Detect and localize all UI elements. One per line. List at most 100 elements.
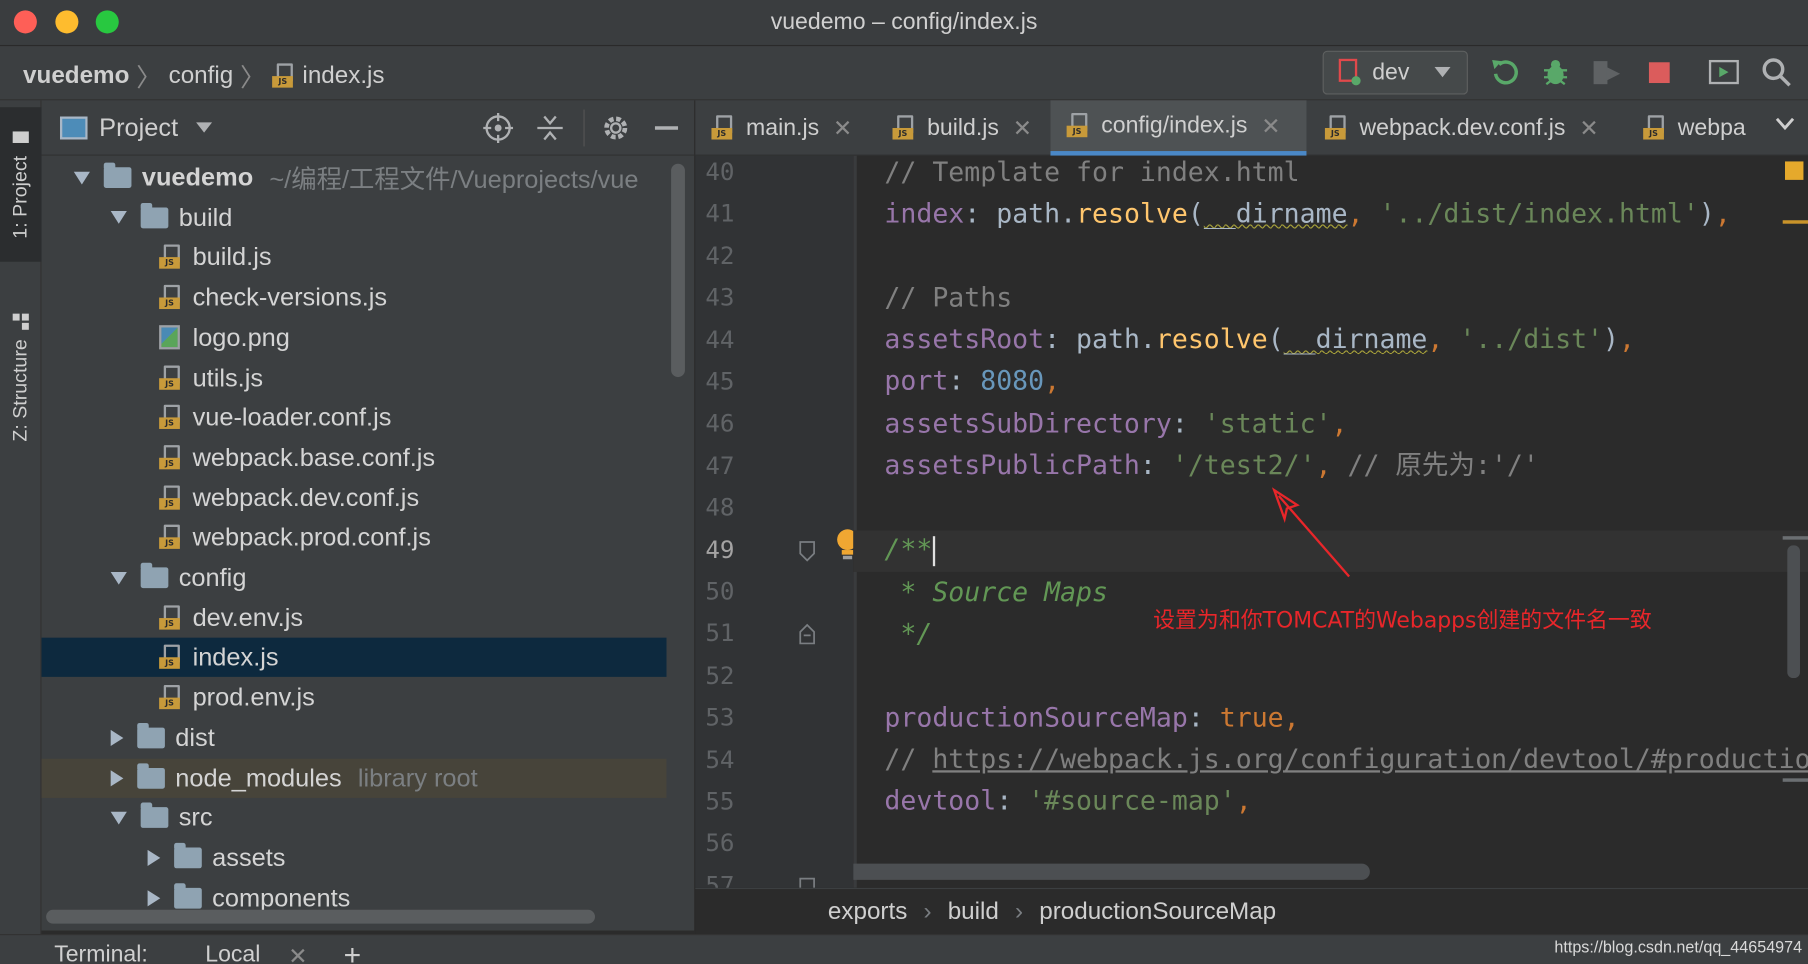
run-configuration-select[interactable]: dev: [1322, 50, 1468, 95]
tab-project[interactable]: 1: Project: [0, 107, 42, 262]
js-file-icon: JS: [892, 115, 915, 140]
tree-item-note: ~/编程/工程文件/Vueprojects/vue: [269, 164, 639, 194]
tree-file-dev-env-js[interactable]: JS dev.env.js: [42, 598, 667, 637]
chevron-down-icon[interactable]: [196, 121, 213, 134]
chevron-down-icon[interactable]: [110, 571, 127, 585]
tree-folder-build[interactable]: build: [42, 198, 667, 237]
rerun-icon[interactable]: [1487, 55, 1522, 90]
debug-icon[interactable]: [1538, 55, 1573, 90]
close-icon[interactable]: ✕: [1579, 114, 1598, 143]
breadcrumb-file[interactable]: index.js: [302, 62, 384, 90]
annotation-text: 设置为和你TOMCAT的Webapps创建的文件名一致: [1153, 607, 1652, 634]
locate-icon[interactable]: [483, 112, 514, 143]
tree-file-vue-loader-conf-js[interactable]: JS vue-loader.conf.js: [42, 398, 667, 437]
warning-marker[interactable]: [1784, 161, 1804, 180]
project-panel: Project vuedemo ~/编程/工程文件/Vueprojects/vue…: [41, 100, 695, 931]
text-cursor: [932, 535, 935, 566]
tree-file-build-js[interactable]: JS build.js: [42, 238, 667, 277]
close-icon[interactable]: ✕: [1261, 111, 1280, 140]
tree-horizontal-scrollbar[interactable]: [46, 909, 595, 924]
chevron-down-icon: [1434, 66, 1451, 78]
chevron-right-icon[interactable]: [147, 849, 161, 866]
bottom-tool-bar: Terminal: Local ✕ + https://blog.csdn.ne…: [0, 934, 1808, 964]
add-terminal-button[interactable]: +: [344, 937, 362, 964]
tree-file-prod-env-js[interactable]: JS prod.env.js: [42, 678, 667, 717]
line-number: 56: [705, 829, 735, 858]
title-bar: vuedemo – config/index.js: [0, 0, 1808, 47]
fold-marker-icon[interactable]: [798, 876, 816, 888]
tab-webpack-dev-conf-js[interactable]: JS webpack.dev.conf.js ✕: [1309, 100, 1625, 155]
line-number: 50: [705, 577, 735, 606]
chevron-right-icon[interactable]: [110, 769, 124, 786]
terminal-label[interactable]: Terminal:: [54, 942, 148, 964]
line-number: 53: [705, 703, 735, 732]
tree-folder-dist[interactable]: dist: [42, 718, 667, 757]
tree-file-webpack-base-conf-js[interactable]: JS webpack.base.conf.js: [42, 438, 667, 477]
crumb-exports[interactable]: exports: [828, 898, 907, 926]
tree-item-label: utils.js: [192, 362, 264, 392]
tab-structure[interactable]: Z: Structure: [0, 291, 42, 464]
js-file-icon: JS: [272, 63, 295, 88]
tab-build-js[interactable]: JS build.js ✕: [876, 100, 1049, 155]
line-number: 47: [705, 451, 735, 480]
breadcrumb-folder[interactable]: config: [169, 62, 234, 90]
chevron-down-icon[interactable]: [73, 171, 90, 184]
chevron-down-icon[interactable]: [110, 211, 127, 224]
attach-debugger-icon[interactable]: [1589, 55, 1624, 90]
code-line-54: // https://webpack.js.org/configuration/…: [884, 739, 1808, 781]
tree-file-webpack-prod-conf-js[interactable]: JS webpack.prod.conf.js: [42, 518, 667, 557]
gear-icon[interactable]: [601, 112, 631, 142]
terminal-tab-local[interactable]: Local: [205, 942, 260, 964]
tree-file-utils-js[interactable]: JS utils.js: [42, 358, 667, 397]
code-line-45: port: 8080,: [884, 366, 1061, 397]
js-file-icon: JS: [159, 645, 182, 670]
tree-folder-src[interactable]: src: [42, 798, 667, 837]
collapse-all-icon[interactable]: [535, 112, 565, 142]
tree-file-index-js[interactable]: JS index.js: [41, 638, 667, 678]
crumb-productionSourceMap[interactable]: productionSourceMap: [1039, 898, 1276, 926]
error-stripe-marker[interactable]: [1782, 220, 1808, 224]
tree-file-check-versions-js[interactable]: JS check-versions.js: [42, 278, 667, 317]
tree-vertical-scrollbar[interactable]: [671, 163, 685, 378]
presentation-icon[interactable]: [1707, 55, 1742, 90]
stop-icon[interactable]: [1642, 55, 1677, 90]
chevron-right-icon[interactable]: [147, 889, 161, 906]
fold-marker-icon[interactable]: [798, 623, 816, 646]
close-icon[interactable]: ✕: [1013, 114, 1032, 143]
hide-icon[interactable]: [653, 114, 681, 142]
editor-horizontal-scrollbar[interactable]: [853, 863, 1370, 880]
project-panel-title[interactable]: Project: [99, 112, 178, 142]
search-icon[interactable]: [1760, 55, 1795, 90]
chevron-down-icon[interactable]: [1775, 116, 1796, 138]
tab-config-index-js[interactable]: JS config/index.js ✕: [1050, 100, 1307, 156]
tree-item-label: config: [178, 562, 247, 592]
line-number: 40: [705, 157, 735, 186]
chevron-down-icon[interactable]: [110, 811, 127, 825]
tab-label: config/index.js: [1101, 112, 1248, 138]
close-icon[interactable]: ✕: [833, 114, 852, 143]
tree-folder-assets[interactable]: assets: [42, 838, 667, 877]
close-icon[interactable]: ✕: [288, 942, 307, 964]
tree-file-logo-png[interactable]: logo.png: [42, 318, 667, 357]
breadcrumb: vuedemo 〉 config 〉 JS index.js: [23, 58, 384, 95]
code-editor[interactable]: // Template for index.html index: path.r…: [853, 155, 1808, 888]
js-file-icon: JS: [159, 404, 182, 430]
tree-folder-config[interactable]: config: [42, 558, 667, 597]
project-view-icon: [59, 115, 88, 139]
fold-marker-icon[interactable]: [798, 540, 816, 563]
line-number: 46: [705, 409, 735, 438]
crumb-build[interactable]: build: [948, 898, 999, 926]
devtool-link[interactable]: https://webpack.js.org/configuration/dev…: [932, 745, 1808, 775]
tree-file-webpack-dev-conf-js[interactable]: JS webpack.dev.conf.js: [42, 478, 667, 517]
tab-main-js[interactable]: JS main.js ✕: [695, 100, 874, 155]
tree-folder-vuedemo[interactable]: vuedemo ~/编程/工程文件/Vueprojects/vue: [42, 158, 667, 197]
folder-icon: [140, 802, 169, 829]
code-line-53: productionSourceMap: true,: [884, 703, 1300, 734]
breadcrumb-project[interactable]: vuedemo: [23, 62, 129, 90]
line-number: 44: [705, 325, 735, 354]
editor-vertical-scrollbar[interactable]: [1787, 545, 1800, 679]
chevron-right-icon[interactable]: [110, 729, 124, 746]
tree-folder-node-modules[interactable]: node_modules library root: [41, 758, 667, 798]
annotation-arrow: [1271, 487, 1350, 578]
run-config-icon: [1338, 58, 1361, 86]
